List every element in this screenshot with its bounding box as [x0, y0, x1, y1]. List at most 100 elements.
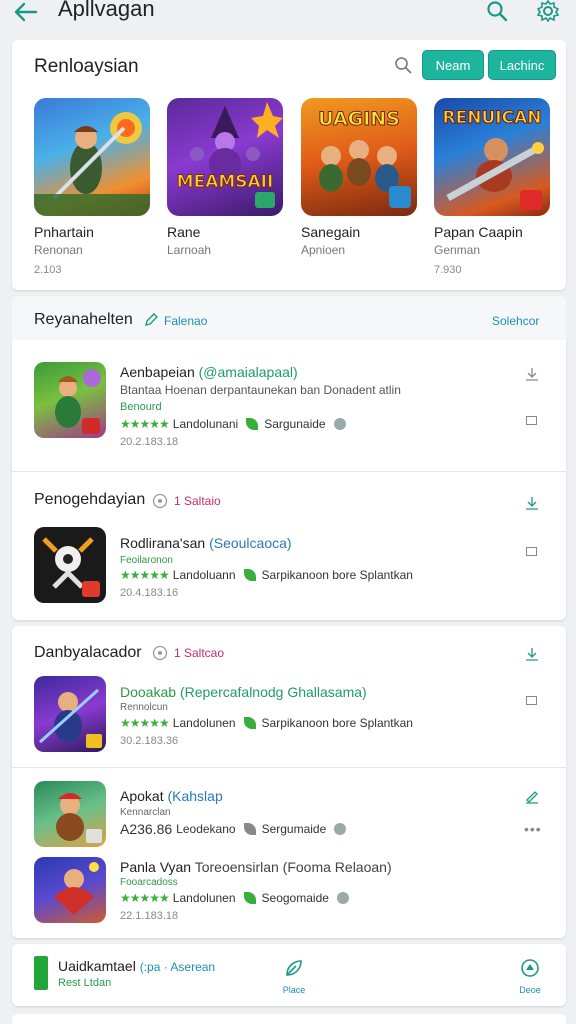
- app-subtitle: (Repercafalnodg Ghallasama): [179, 684, 367, 700]
- rating-label: Landolunen: [172, 891, 236, 905]
- app-tile[interactable]: RENUICAN Papan Caapin Genman 7.930: [434, 98, 552, 276]
- app-subtitle: (@amaialapaal): [198, 364, 298, 380]
- app-size: 30.2.183.36: [120, 735, 179, 747]
- star-rating-icon: ★★★★★: [120, 891, 170, 905]
- divider: [12, 471, 566, 472]
- section-header: Reyanahelten Falenao Solehcor: [12, 296, 566, 346]
- app-tag: Sergumaide: [261, 822, 327, 836]
- section-tag[interactable]: 1 Saltaio: [174, 494, 221, 508]
- app-title: Apokat (Kahslap: [120, 788, 223, 804]
- home-nav-icon: [521, 959, 539, 977]
- app-description: Btantaa Hoenan derpantaunekan ban Donade…: [120, 383, 401, 397]
- verified-icon: [336, 892, 349, 904]
- app-artwork: UAGINS: [301, 98, 417, 216]
- app-name: Rodlirana'san: [120, 535, 206, 551]
- app-tile[interactable]: UAGINS Sanegain Apnioen: [301, 98, 419, 264]
- more-icon[interactable]: •••: [524, 821, 542, 837]
- app-size: 7.930: [434, 264, 462, 276]
- leaf-nav-icon: [286, 960, 302, 976]
- rating-label: Landolunani: [172, 417, 239, 431]
- pirate-image: [56, 793, 102, 843]
- app-name: Dooakab: [120, 684, 177, 700]
- nav-deoe[interactable]: Deoe: [510, 958, 550, 995]
- rating-row: ★★★★★ Landolunani Sargunaide: [120, 417, 346, 431]
- app-artwork: MEAMSAII: [167, 98, 283, 216]
- app-price: A236.86: [120, 821, 173, 837]
- app-name: Sanegain: [301, 224, 361, 240]
- page-title: Apllvagan: [58, 0, 155, 21]
- nav-label: Deoe: [519, 985, 541, 995]
- recommend-card: Renloaysian Neam Lachinc Pnhartain Renon…: [12, 40, 566, 290]
- section-tag[interactable]: 1 Saltcao: [174, 646, 224, 660]
- app-name: Aenbapeian: [120, 364, 195, 380]
- wizard-image: [190, 102, 283, 208]
- app-developer: Apnioen: [301, 243, 346, 257]
- star-rating-icon: ★★★★★: [120, 716, 170, 730]
- app-name: Apokat: [120, 788, 164, 804]
- neam-button[interactable]: Neam: [422, 50, 484, 80]
- star-rating-icon: ★★★★★: [120, 417, 170, 431]
- bottom-title-row: Uaidkamtael (:pa · Aserean: [58, 958, 215, 974]
- app-tag: Sarpikanoon bore Splantkan: [261, 716, 413, 730]
- leaf-icon: [246, 418, 259, 430]
- app-artwork: RENUICAN: [434, 98, 550, 216]
- app-developer: Kennarclan: [120, 807, 171, 818]
- section-title: Danbyalacador: [34, 644, 142, 661]
- chat-icon: [152, 645, 168, 661]
- app-subtitle: (Seoulcaoca): [209, 535, 292, 551]
- checkbox[interactable]: [526, 547, 537, 556]
- download-icon[interactable]: [524, 366, 540, 382]
- pencil-icon: [145, 313, 158, 326]
- search-icon[interactable]: [394, 56, 412, 74]
- app-size: 20.4.183.16: [120, 587, 179, 599]
- nav-label: Place: [282, 985, 306, 995]
- app-developer: Rennolcun: [120, 702, 168, 713]
- app-subtitle: (Kahslap: [167, 788, 223, 804]
- download-icon[interactable]: [524, 646, 540, 662]
- nav-place[interactable]: Place: [274, 958, 314, 995]
- artwork-logo: RENUICAN: [442, 108, 542, 129]
- section-title: Renloaysian: [34, 56, 139, 77]
- app-icon: [34, 781, 106, 847]
- app-tile[interactable]: MEAMSAII Rane Larnoah: [167, 98, 285, 264]
- app-title: Dooakab (Repercafalnodg Ghallasama): [120, 684, 367, 700]
- elf-warrior-image: [55, 369, 101, 434]
- bottom-tag: (:pa · Aserean: [139, 960, 216, 974]
- back-arrow-icon[interactable]: [12, 0, 40, 24]
- app-list-card: Danbyalacador 1 Saltcao Dooakab (Reperca…: [12, 626, 566, 938]
- hero-flight-image: [54, 862, 99, 915]
- rating-row: A236.86 Leodekano Sergumaide: [120, 821, 347, 837]
- robot-image: [42, 537, 100, 597]
- app-artwork: [34, 98, 150, 216]
- app-title: Aenbapeian (@amaialapaal): [120, 364, 298, 380]
- leaf-icon: [243, 823, 256, 835]
- lachinc-button[interactable]: Lachinc: [488, 50, 556, 80]
- app-developer: Genman: [434, 243, 481, 257]
- app-size: 20.2.183.18: [120, 436, 179, 448]
- download-icon[interactable]: [524, 495, 540, 511]
- edit-icon[interactable]: [524, 789, 540, 805]
- rating-row: ★★★★★ Landolunen Sarpikanoon bore Splant…: [120, 716, 413, 730]
- star-rating-icon: ★★★★★: [120, 568, 170, 582]
- section-tag[interactable]: Falenao: [164, 314, 207, 328]
- gear-icon[interactable]: [536, 0, 560, 22]
- bottom-bar: Uaidkamtael (:pa · Aserean Rest Ltdan Pl…: [12, 944, 566, 1006]
- section-title: Reyanahelten: [34, 311, 133, 328]
- section-title: Penogehdayian: [34, 491, 146, 508]
- section-link[interactable]: Solehcor: [492, 314, 539, 328]
- app-subtitle: Toreoensirlan (Fooma Relaoan): [194, 859, 392, 875]
- divider: [12, 767, 566, 768]
- search-icon[interactable]: [486, 0, 508, 22]
- rating-row: ★★★★★ Landoluann Sarpikanoon bore Splant…: [120, 568, 413, 582]
- checkbox[interactable]: [526, 696, 537, 705]
- mage-image: [38, 688, 102, 748]
- app-developer: Larnoah: [167, 243, 212, 257]
- app-tile[interactable]: Pnhartain Renonan 2.103: [34, 98, 152, 276]
- app-icon: [34, 857, 106, 923]
- bottom-title: Uaidkamtael: [58, 958, 136, 974]
- app-name: Rane: [167, 224, 201, 240]
- chat-icon: [152, 493, 168, 509]
- leaf-icon: [243, 717, 256, 729]
- checkbox[interactable]: [526, 416, 537, 425]
- app-icon: [34, 362, 106, 438]
